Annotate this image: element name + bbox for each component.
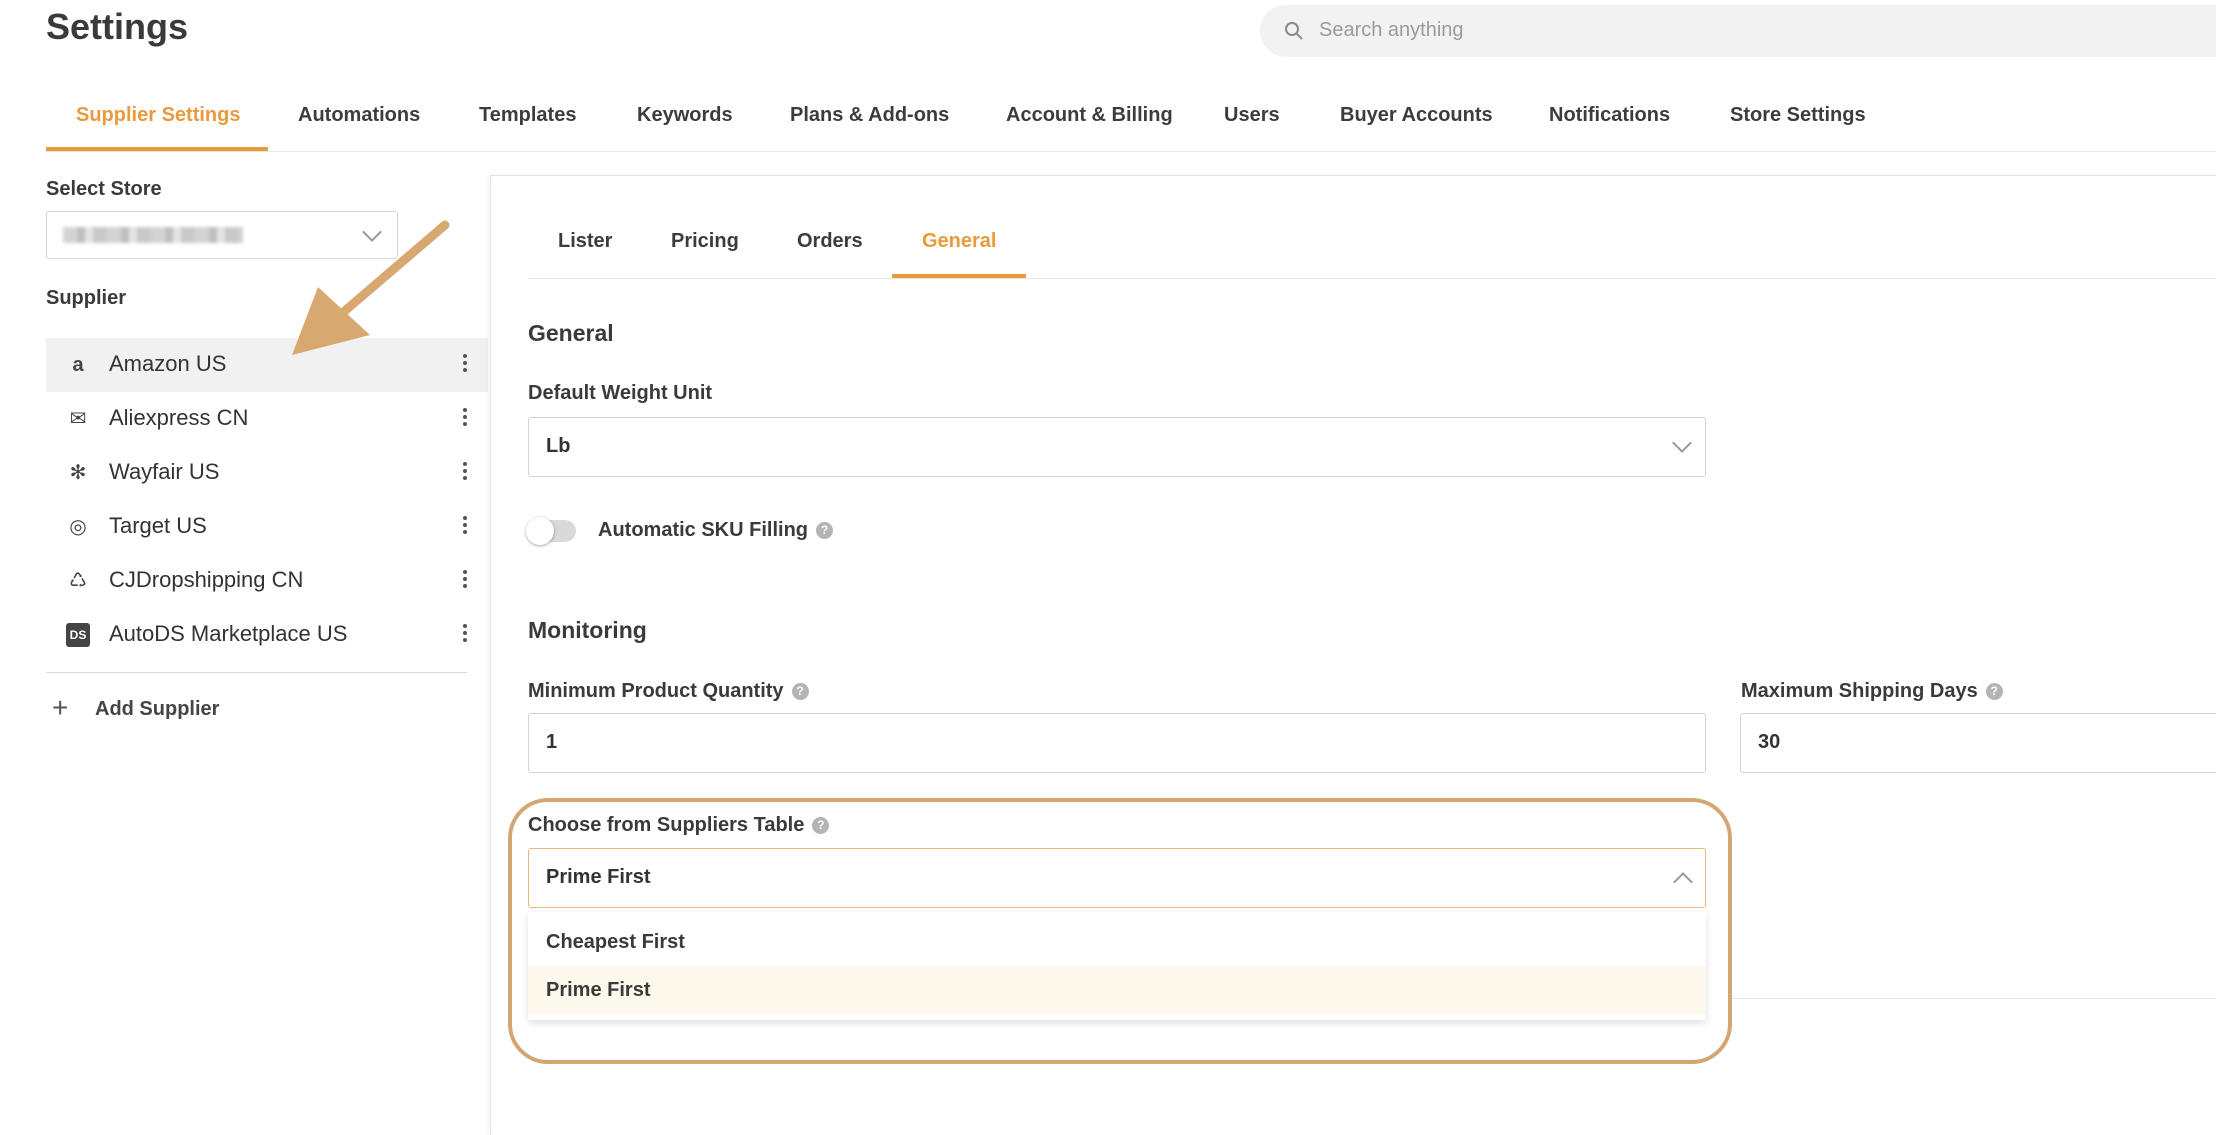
tab-supplier-settings[interactable]: Supplier Settings	[76, 104, 240, 150]
autods-icon: DS	[66, 623, 90, 647]
subtab-general[interactable]: General	[922, 230, 996, 253]
search-placeholder: Search anything	[1319, 19, 1464, 41]
add-supplier-label: Add Supplier	[95, 698, 220, 720]
wayfair-icon: ✻	[69, 462, 87, 484]
amazon-icon: a	[72, 354, 84, 376]
target-icon: ◎	[69, 516, 87, 538]
auto-sku-toggle[interactable]	[526, 517, 576, 545]
supplier-name: Amazon US	[109, 351, 227, 376]
help-icon[interactable]: ?	[816, 522, 833, 539]
annotation-arrow	[292, 220, 450, 355]
active-subtab-indicator	[892, 274, 1026, 278]
more-options-icon[interactable]	[462, 624, 468, 646]
max-shipping-input[interactable]: 30	[1740, 713, 2216, 773]
monitoring-heading: Monitoring	[528, 617, 647, 643]
aliexpress-icon: ✉	[69, 408, 87, 430]
min-qty-input[interactable]: 1	[528, 713, 1706, 773]
more-options-icon[interactable]	[462, 570, 468, 592]
subtab-lister[interactable]: Lister	[558, 230, 612, 253]
tabs-divider	[46, 151, 2216, 152]
active-tab-indicator	[46, 147, 268, 151]
tab-account-billing[interactable]: Account & Billing	[1006, 104, 1173, 150]
supplier-item-cjdropshipping-cn[interactable]: ♺ CJDropshipping CN	[46, 554, 488, 608]
help-icon[interactable]: ?	[1985, 683, 2003, 700]
min-qty-label: Minimum Product Quantity?	[528, 680, 809, 703]
tab-store-settings[interactable]: Store Settings	[1730, 104, 1866, 150]
help-icon[interactable]: ?	[791, 683, 809, 700]
toggle-knob	[526, 517, 554, 545]
supplier-name: Target US	[109, 513, 207, 538]
store-name-redacted	[63, 227, 243, 243]
tab-keywords[interactable]: Keywords	[637, 104, 733, 150]
supplier-name: AutoDS Marketplace US	[109, 621, 348, 646]
search-icon	[1285, 22, 1303, 40]
cjdropshipping-icon: ♺	[69, 570, 87, 592]
search-input[interactable]: Search anything	[1260, 5, 2216, 57]
tab-buyer-accounts[interactable]: Buyer Accounts	[1340, 104, 1493, 150]
select-store-label: Select Store	[46, 178, 162, 200]
supplier-name: Wayfair US	[109, 459, 220, 484]
more-options-icon[interactable]	[462, 408, 468, 430]
supplier-name: CJDropshipping CN	[109, 567, 304, 592]
sidebar-divider	[46, 672, 467, 673]
weight-unit-label: Default Weight Unit	[528, 382, 713, 404]
tab-templates[interactable]: Templates	[479, 104, 576, 150]
tab-notifications[interactable]: Notifications	[1549, 104, 1670, 150]
general-heading: General	[528, 320, 614, 346]
supplier-item-aliexpress-cn[interactable]: ✉ Aliexpress CN	[46, 392, 488, 446]
more-options-icon[interactable]	[462, 354, 468, 376]
more-options-icon[interactable]	[462, 516, 468, 538]
subtabs-divider	[528, 278, 2216, 279]
supplier-item-wayfair-us[interactable]: ✻ Wayfair US	[46, 446, 488, 500]
section-divider	[1732, 998, 2216, 999]
max-shipping-label: Maximum Shipping Days?	[1741, 680, 2003, 703]
annotation-highlight	[508, 798, 1732, 1064]
page-title: Settings	[46, 6, 189, 47]
supplier-item-target-us[interactable]: ◎ Target US	[46, 500, 488, 554]
main-tabs: Supplier Settings Automations Templates …	[46, 104, 2216, 152]
weight-unit-value: Lb	[546, 435, 571, 457]
min-qty-value: 1	[546, 731, 558, 753]
tab-users[interactable]: Users	[1224, 104, 1280, 150]
more-options-icon[interactable]	[462, 462, 468, 484]
subtab-orders[interactable]: Orders	[797, 230, 863, 253]
plus-icon: +	[52, 692, 69, 723]
auto-sku-label: Automatic SKU Filling?	[598, 519, 833, 542]
supplier-name: Aliexpress CN	[109, 405, 249, 430]
tab-plans-addons[interactable]: Plans & Add-ons	[790, 104, 949, 150]
tab-automations[interactable]: Automations	[298, 104, 420, 150]
weight-unit-select[interactable]: Lb	[528, 417, 1706, 477]
supplier-heading: Supplier	[46, 287, 127, 309]
supplier-item-autods-marketplace-us[interactable]: DS AutoDS Marketplace US	[46, 608, 488, 662]
subtab-pricing[interactable]: Pricing	[671, 230, 739, 253]
chevron-down-icon	[1672, 433, 1692, 453]
max-shipping-value: 30	[1758, 731, 1781, 753]
